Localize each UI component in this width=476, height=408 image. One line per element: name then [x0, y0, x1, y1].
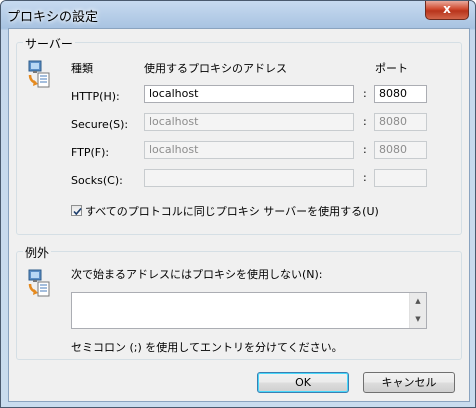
socks-colon: : [363, 171, 367, 184]
same-proxy-checkbox[interactable] [71, 205, 82, 216]
exceptions-group-label: 例外 [23, 244, 52, 261]
servers-group-label: サーバー [23, 35, 75, 52]
col-type-header: 種類 [71, 62, 93, 75]
exceptions-group: 例外 次で始まるアドレスにはプロキシを使用しない(N): ▲ ▼ セミコロン (… [16, 244, 462, 360]
socks-address-field[interactable] [144, 169, 354, 187]
exceptions-prompt: 次で始まるアドレスにはプロキシを使用しない(N): [71, 268, 323, 281]
scroll-down-icon[interactable]: ▼ [410, 312, 426, 327]
http-address-field[interactable]: localhost [144, 85, 354, 103]
ftp-colon: : [363, 143, 367, 156]
col-address-header: 使用するプロキシのアドレス [144, 62, 287, 75]
computer-network-icon [27, 268, 51, 298]
socks-label: Socks(C): [71, 174, 123, 187]
dialog-client-area: サーバー 種類 使用するプロキシのアドレス ポート HTTP(H): local… [8, 28, 470, 402]
computer-network-icon [27, 59, 51, 89]
exceptions-input[interactable]: ▲ ▼ [71, 292, 427, 329]
ftp-port-field[interactable]: 8080 [374, 141, 427, 159]
secure-address-field[interactable]: localhost [144, 113, 354, 131]
exceptions-scrollbar[interactable]: ▲ ▼ [409, 293, 426, 328]
checkmark-icon [73, 207, 82, 216]
close-button[interactable]: x [425, 1, 469, 20]
ftp-label: FTP(F): [71, 146, 110, 159]
http-label: HTTP(H): [71, 90, 120, 103]
window-title: プロキシの設定 [7, 10, 99, 25]
col-port-header: ポート [375, 62, 408, 75]
secure-label: Secure(S): [71, 118, 129, 131]
ftp-address-field[interactable]: localhost [144, 141, 354, 159]
http-port-field[interactable]: 8080 [374, 85, 427, 103]
cancel-button[interactable]: キャンセル [363, 372, 455, 393]
proxy-settings-dialog: プロキシの設定 x サーバー 種類 使用するプロキシのアドレス ポート HTTP… [0, 0, 476, 408]
title-bar: プロキシの設定 x [1, 1, 475, 28]
socks-port-field[interactable] [374, 169, 427, 187]
ok-button[interactable]: OK [257, 372, 349, 393]
secure-port-field[interactable]: 8080 [374, 113, 427, 131]
same-proxy-label[interactable]: すべてのプロトコルに同じプロキシ サーバーを使用する(U) [85, 203, 379, 219]
servers-group: サーバー 種類 使用するプロキシのアドレス ポート HTTP(H): local… [16, 35, 462, 235]
http-colon: : [363, 87, 367, 100]
scroll-up-icon[interactable]: ▲ [410, 294, 426, 309]
secure-colon: : [363, 115, 367, 128]
exceptions-hint: セミコロン (;) を使用してエントリを分けてください。 [71, 341, 343, 354]
